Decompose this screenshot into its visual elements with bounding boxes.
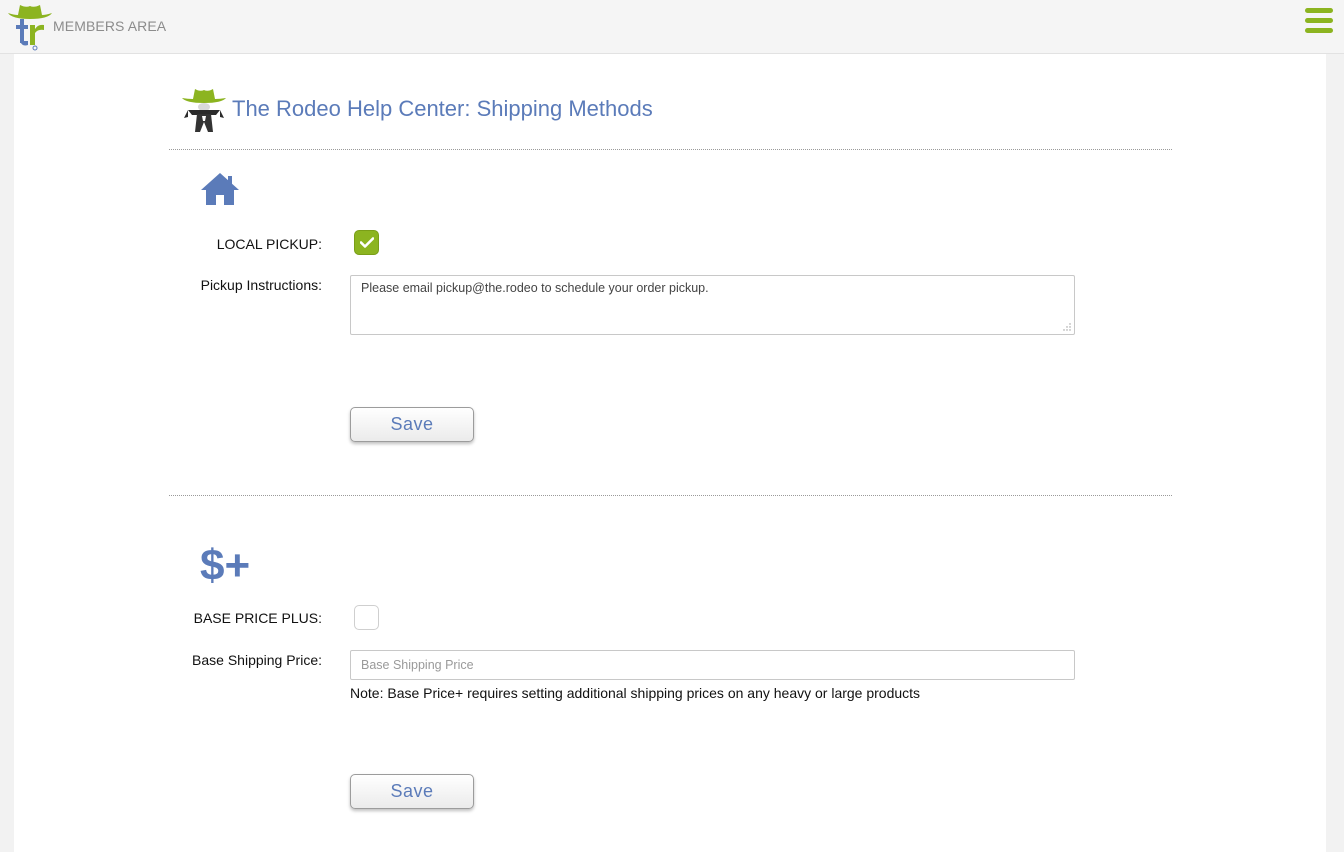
base-price-plus-checkbox[interactable] xyxy=(354,605,379,630)
main-content: The Rodeo Help Center: Shipping Methods … xyxy=(14,54,1326,852)
members-area-label: MEMBERS AREA xyxy=(53,18,167,34)
pickup-instructions-textarea[interactable]: Please email pickup@the.rodeo to schedul… xyxy=(350,275,1075,335)
rodeo-logo[interactable] xyxy=(6,3,54,51)
base-price-plus-save-button[interactable]: Save xyxy=(350,774,474,809)
hamburger-menu-icon[interactable] xyxy=(1305,8,1333,34)
base-shipping-price-input[interactable]: Base Shipping Price xyxy=(350,650,1075,680)
section-divider xyxy=(169,149,1172,150)
base-price-note: Note: Base Price+ requires setting addit… xyxy=(350,685,921,701)
dollar-plus-icon: $+ xyxy=(200,542,250,586)
base-price-plus-label: BASE PRICE PLUS: xyxy=(193,610,322,626)
top-bar: MEMBERS AREA xyxy=(0,0,1344,54)
local-pickup-label: LOCAL PICKUP: xyxy=(216,236,322,252)
resize-grip-icon[interactable] xyxy=(1063,323,1071,331)
cowboy-scarecrow-icon xyxy=(182,89,226,132)
section-divider xyxy=(169,495,1172,496)
pickup-instructions-label: Pickup Instructions: xyxy=(200,277,322,293)
base-shipping-price-label: Base Shipping Price: xyxy=(192,652,322,668)
dollar-plus-text: $+ xyxy=(200,542,250,586)
house-icon xyxy=(201,173,239,205)
local-pickup-save-button[interactable]: Save xyxy=(350,407,474,442)
local-pickup-checkbox[interactable] xyxy=(354,230,379,255)
page-title: The Rodeo Help Center: Shipping Methods xyxy=(232,96,653,121)
base-shipping-price-placeholder: Base Shipping Price xyxy=(361,658,474,672)
checkmark-icon xyxy=(360,237,374,248)
pickup-instructions-text: Please email pickup@the.rodeo to schedul… xyxy=(361,281,709,295)
